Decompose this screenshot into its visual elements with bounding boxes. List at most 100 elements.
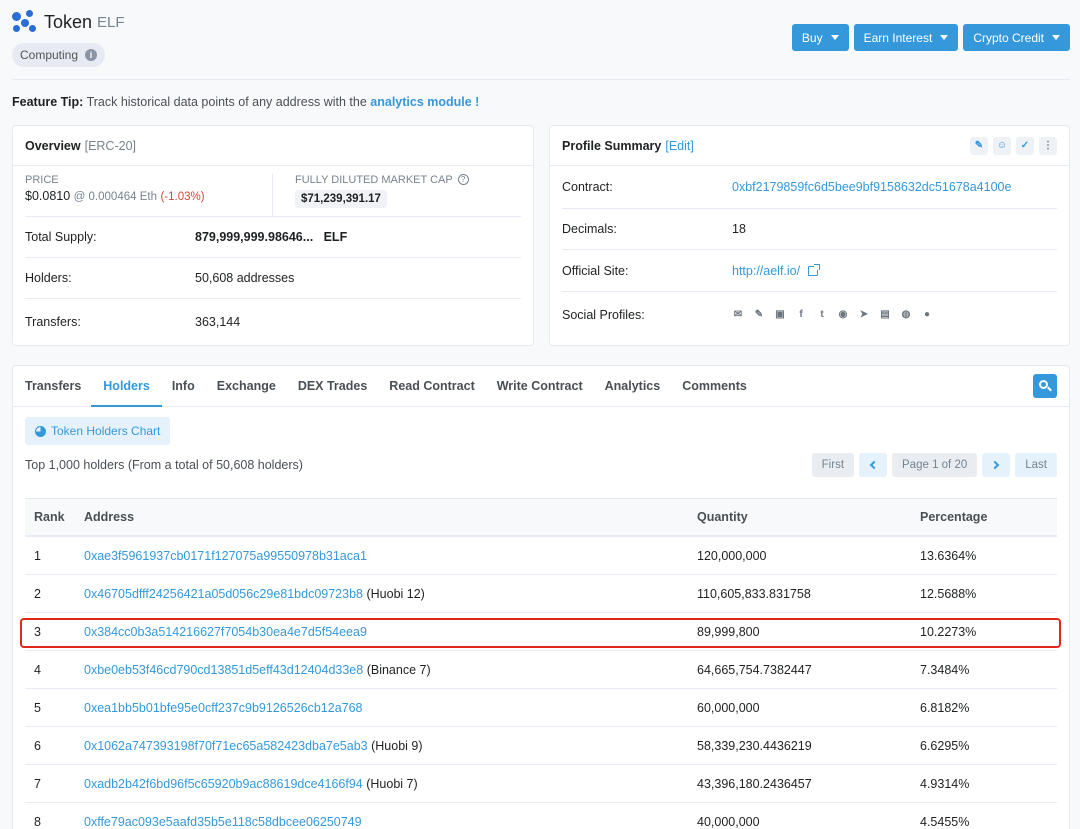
earn-interest-button[interactable]: Earn Interest: [853, 24, 959, 51]
percentage-cell: 13.6364%: [920, 548, 977, 563]
tab-comments[interactable]: Comments: [682, 366, 747, 406]
quantity-cell: 43,396,180.2436457: [697, 776, 812, 791]
total-supply-row: Total Supply: 879,999,999.98646... ELF: [25, 216, 521, 257]
blog-icon[interactable]: ▣: [774, 309, 786, 321]
market-cap-value: $71,239,391.17: [295, 190, 387, 208]
social-profiles-label: Social Profiles:: [562, 307, 645, 322]
contract-label: Contract:: [562, 180, 613, 194]
edit-link[interactable]: [Edit]: [665, 139, 694, 153]
question-icon[interactable]: ?: [457, 174, 469, 185]
decimals-row: Decimals: 18: [562, 208, 1057, 249]
magic-wand-icon[interactable]: ✎: [970, 136, 988, 155]
tab-bar: Transfers Holders Info Exchange DEX Trad…: [13, 366, 1069, 407]
quantity-cell: 110,605,833.831758: [697, 586, 811, 601]
address-link[interactable]: 0x46705dfff24256421a05d056c29e81bdc09723…: [84, 587, 363, 601]
search-button[interactable]: [1033, 374, 1057, 398]
percentage-cell: 6.6295%: [920, 738, 970, 753]
crypto-credit-button[interactable]: Crypto Credit: [963, 24, 1070, 51]
tab-transfers[interactable]: Transfers: [25, 366, 81, 406]
brand[interactable]: Token ELF: [12, 10, 125, 34]
holders-label: Holders:: [25, 271, 72, 285]
chevron-right-icon: [991, 460, 1000, 470]
tab-info[interactable]: Info: [172, 366, 195, 406]
buy-button[interactable]: Buy: [791, 24, 849, 51]
table-row: 1 0xae3f5961937cb0171f127075a99550978b31…: [25, 536, 1057, 574]
percentage-cell: 7.3484%: [920, 662, 970, 677]
email-icon[interactable]: ✉: [732, 309, 744, 321]
tab-write-contract[interactable]: Write Contract: [497, 366, 583, 406]
smile-icon[interactable]: ☺: [993, 136, 1011, 155]
tab-holders[interactable]: Holders: [91, 366, 162, 407]
tab-dex-trades[interactable]: DEX Trades: [298, 366, 367, 406]
table-row: 8 0xffe79ac093e5aafd35b5e118c58dbcee0625…: [25, 802, 1057, 829]
market-cap-block: FULLY DILUTED MARKET CAP ? $71,239,391.1…: [273, 174, 469, 216]
twitter-icon[interactable]: t: [816, 309, 828, 321]
address-label: (Huobi 12): [366, 586, 425, 601]
contract-link[interactable]: 0xbf2179859fc6d5bee9bf9158632dc51678a410…: [732, 180, 1011, 194]
rank-cell: 7: [34, 776, 41, 791]
check-icon[interactable]: ✓: [1016, 136, 1034, 155]
social-profiles-row: Social Profiles: ✉ ✎ ▣ f t ◉ ➤ ▤ ◍ ●: [562, 291, 1057, 337]
github-icon[interactable]: ◉: [837, 309, 849, 321]
official-site-link[interactable]: http://aelf.io/: [732, 263, 821, 278]
transfers-value: 363,144: [195, 314, 241, 329]
next-page-button[interactable]: [982, 453, 1011, 477]
address-label: (Huobi 9): [371, 738, 423, 753]
tab-read-contract[interactable]: Read Contract: [389, 366, 474, 406]
tab-exchange[interactable]: Exchange: [217, 366, 276, 406]
quantity-cell: 60,000,000: [697, 700, 760, 715]
percentage-cell: 12.5688%: [920, 586, 977, 601]
profile-header: Profile Summary [Edit] ✎ ☺ ✓ ⋮: [550, 126, 1069, 166]
rank-cell: 1: [34, 548, 41, 563]
holders-summary: Top 1,000 holders (From a total of 50,60…: [25, 458, 303, 472]
first-page-button[interactable]: First: [811, 453, 855, 477]
whitepaper-icon[interactable]: ▤: [879, 309, 891, 321]
facebook-icon[interactable]: f: [795, 309, 807, 321]
quantity-cell: 64,665,754.7382447: [697, 662, 812, 677]
header-divider: [12, 79, 1070, 80]
prev-page-button[interactable]: [859, 453, 888, 477]
total-supply-symbol: ELF: [323, 230, 348, 244]
external-link-icon: [808, 263, 821, 276]
address-link[interactable]: 0xae3f5961937cb0171f127075a99550978b31ac…: [84, 549, 367, 563]
rank-cell: 2: [34, 586, 41, 601]
computing-label: Computing: [20, 48, 79, 62]
decimals-label: Decimals:: [562, 222, 617, 236]
info-icon[interactable]: i: [85, 49, 98, 61]
coinmarketcap-icon[interactable]: ◍: [900, 309, 912, 321]
coingecko-icon[interactable]: ●: [921, 309, 933, 321]
address-link[interactable]: 0xffe79ac093e5aafd35b5e118c58dbcee062507…: [84, 815, 362, 829]
holders-table: Rank Address Quantity Percentage 1 0xae3…: [25, 498, 1057, 829]
telegram-icon[interactable]: ➤: [858, 309, 870, 321]
rank-cell: 5: [34, 700, 41, 715]
token-standard: [ERC-20]: [84, 138, 136, 153]
tab-analytics[interactable]: Analytics: [605, 366, 661, 406]
more-vertical-icon[interactable]: ⋮: [1039, 136, 1057, 155]
analytics-module-link[interactable]: analytics module !: [370, 95, 479, 109]
chevron-left-icon: [869, 460, 879, 470]
table-row: 5 0xea1bb5b01bfe95e0cff237c9b9126526cb12…: [25, 688, 1057, 726]
quantity-cell: 58,339,230.4436219: [697, 738, 812, 753]
col-percentage: Percentage: [920, 510, 988, 524]
token-holders-chart-button[interactable]: Token Holders Chart: [25, 417, 171, 445]
quantity-cell: 40,000,000: [697, 814, 760, 829]
table-row: 7 0xadb2b42f6bd96f5c65920b9ac88619dce416…: [25, 764, 1057, 802]
address-link[interactable]: 0x384cc0b3a514216627f7054b30ea4e7d5f54ee…: [84, 625, 367, 639]
page-indicator: Page 1 of 20: [892, 453, 978, 477]
total-supply-value: 879,999,999.98646...: [195, 230, 314, 244]
price-change: (-1.03%): [160, 191, 205, 203]
table-header: Rank Address Quantity Percentage: [25, 498, 1057, 536]
price-value: $0.0810: [25, 189, 71, 203]
last-page-button[interactable]: Last: [1015, 453, 1057, 477]
address-link[interactable]: 0xea1bb5b01bfe95e0cff237c9b9126526cb12a7…: [84, 701, 363, 715]
address-link[interactable]: 0xadb2b42f6bd96f5c65920b9ac88619dce4166f…: [84, 777, 363, 791]
overview-title: Overview: [25, 138, 81, 153]
pencil-icon[interactable]: ✎: [753, 309, 765, 321]
caret-down-icon: [830, 35, 839, 40]
computing-badge[interactable]: Computing i: [12, 43, 106, 67]
address-link[interactable]: 0x1062a747393198f70f71ec65a582423dba7e5a…: [84, 739, 368, 753]
percentage-cell: 4.9314%: [920, 776, 970, 791]
feature-tip-text: Track historical data points of any addr…: [86, 95, 367, 109]
address-link[interactable]: 0xbe0eb53f46cd790cd13851d5eff43d12404d33…: [84, 663, 363, 677]
quantity-cell: 120,000,000: [697, 548, 767, 563]
